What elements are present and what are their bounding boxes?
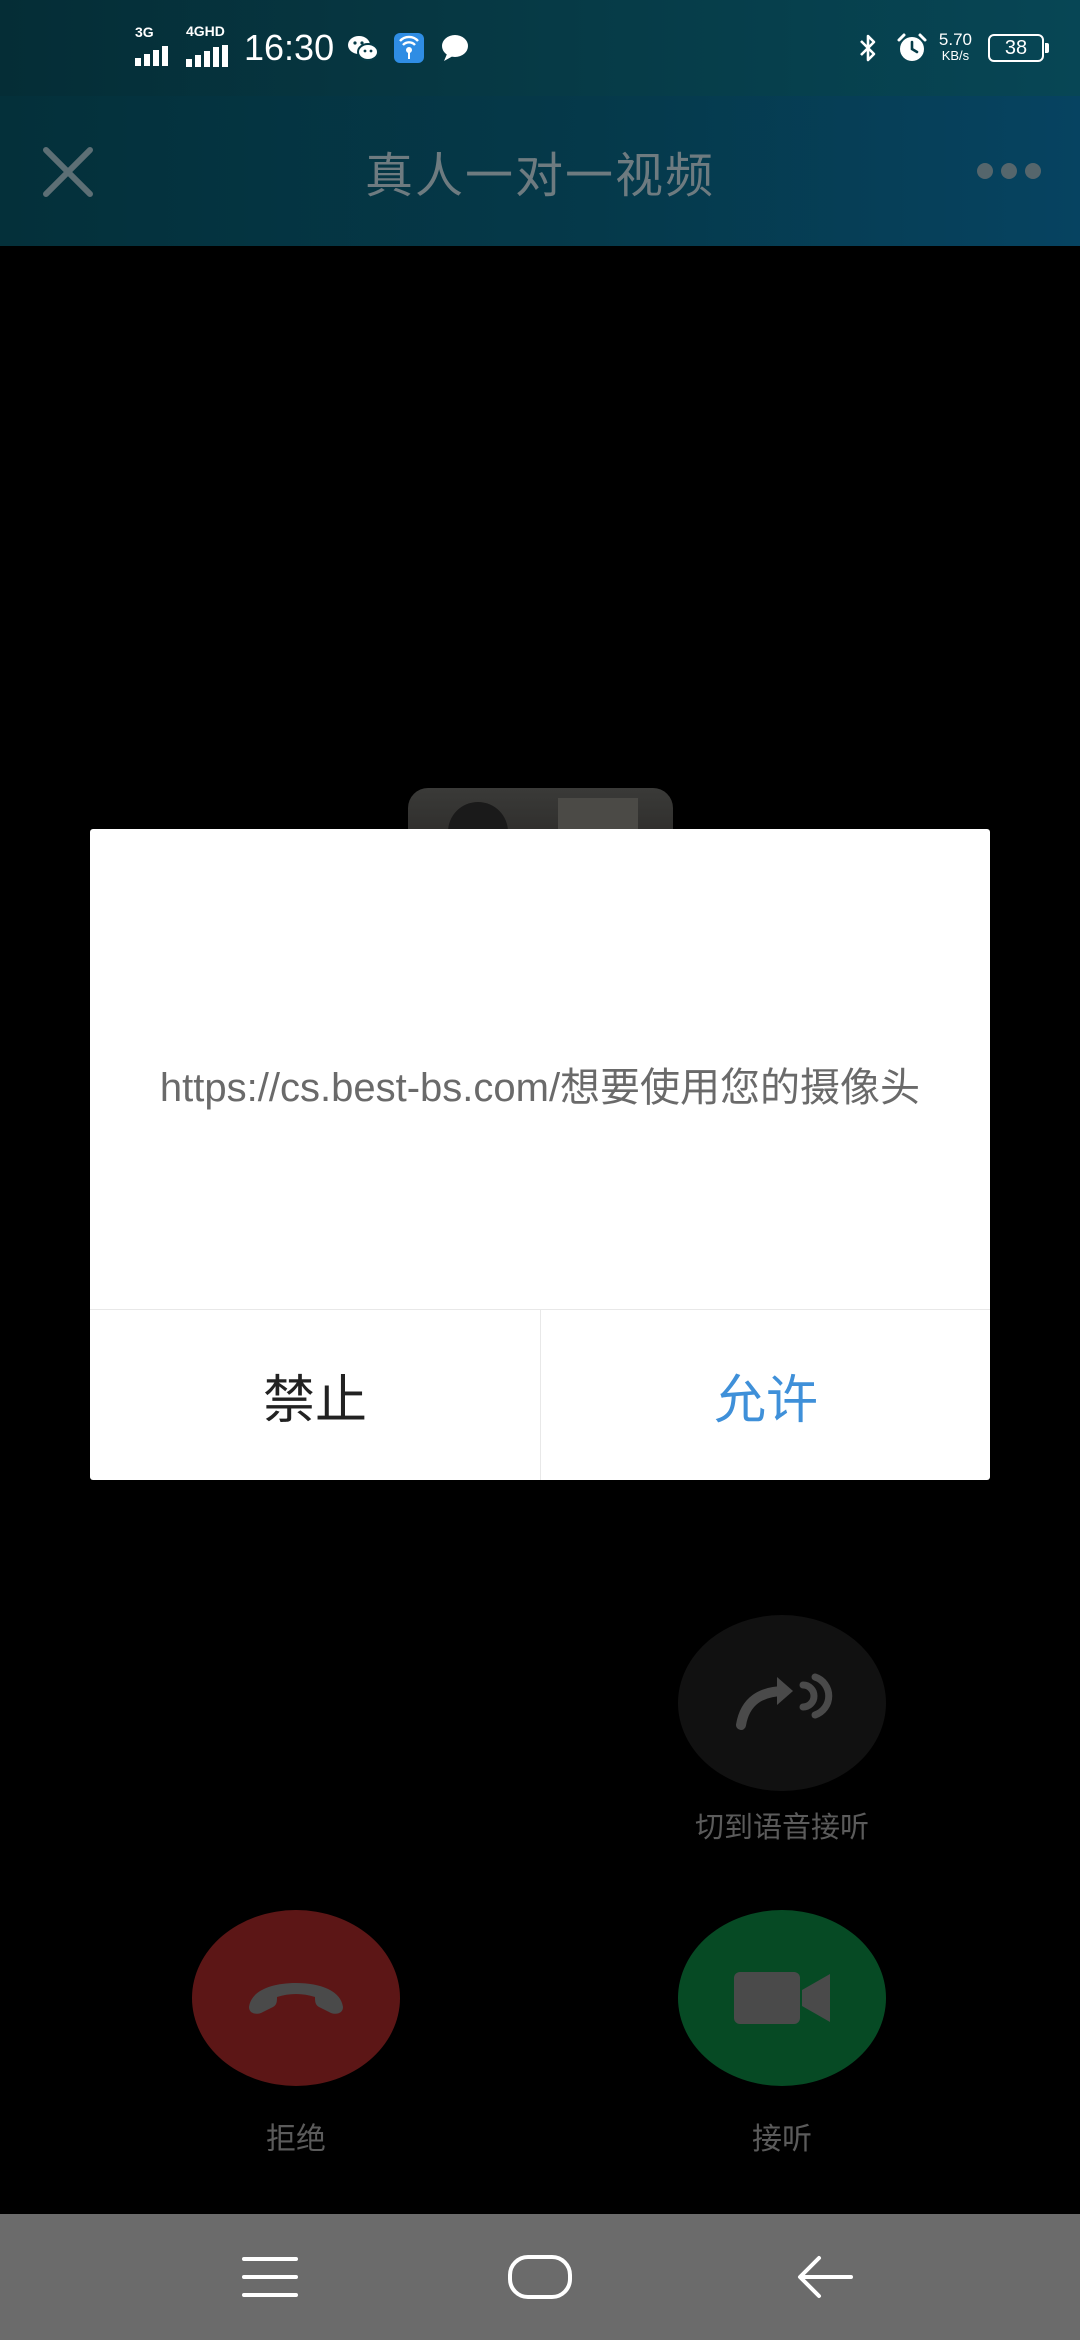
video-camera-icon	[734, 1972, 830, 2024]
home-button[interactable]	[490, 2237, 590, 2317]
network-speed-unit: KB/s	[941, 48, 970, 63]
home-icon	[508, 2255, 572, 2299]
alarm-icon	[895, 31, 929, 65]
signal-3g: 3G	[135, 24, 168, 66]
dialog-message: https://cs.best-bs.com/想要使用您的摄像头	[159, 1066, 921, 1110]
deny-button[interactable]: 禁止	[90, 1310, 540, 1480]
signal-4g: 4GHD	[186, 23, 228, 67]
back-icon	[798, 2256, 853, 2298]
more-button[interactable]	[964, 141, 1054, 201]
back-button[interactable]	[775, 2237, 875, 2317]
recent-apps-button[interactable]	[220, 2237, 320, 2317]
decline-button[interactable]	[192, 1910, 400, 2086]
message-bubble-icon	[438, 31, 472, 65]
title-bar: 真人一对一视频	[0, 96, 1080, 246]
clock: 16:30	[244, 27, 335, 68]
more-icon-dot	[1025, 163, 1041, 179]
network-speed: 5.70 KB/s	[938, 30, 972, 64]
battery-level: 38	[1004, 36, 1028, 59]
menu-icon	[242, 2257, 298, 2297]
signal-4g-label: 4GHD	[186, 23, 225, 39]
camera-permission-dialog: https://cs.best-bs.com/想要使用您的摄像头 禁止 允许	[90, 829, 990, 1480]
accept-label: 接听	[752, 2122, 812, 2157]
voice-switch-icon	[736, 1673, 833, 1730]
accept-video-button[interactable]	[678, 1910, 886, 2086]
hotspot-app-icon	[392, 31, 426, 65]
more-icon-dot	[977, 163, 993, 179]
status-left: 3G 4GHD 16:30	[135, 0, 472, 96]
switch-to-voice-button[interactable]	[678, 1615, 886, 1791]
wechat-icon	[346, 31, 380, 65]
more-icon-dot	[1001, 163, 1017, 179]
system-nav-bar	[0, 2214, 1080, 2340]
allow-button[interactable]: 允许	[541, 1310, 990, 1480]
switch-to-voice-label: 切到语音接听	[694, 1810, 869, 1844]
status-bar: 3G 4GHD 16:30 5.70 KB/s 38	[0, 0, 1080, 96]
status-right: 5.70 KB/s 38	[851, 0, 1049, 96]
network-speed-value: 5.70	[938, 30, 972, 49]
decline-label: 拒绝	[266, 2122, 326, 2157]
hang-up-icon	[249, 1983, 343, 2014]
close-button[interactable]	[30, 134, 106, 210]
close-icon	[43, 147, 93, 197]
signal-3g-label: 3G	[135, 24, 154, 40]
battery-icon: 38	[988, 34, 1049, 62]
page-title: 真人一对一视频	[364, 148, 715, 204]
bluetooth-icon	[851, 31, 885, 65]
screen: 3G 4GHD 16:30 5.70 KB/s 38 真人一对一视频 切到语音接…	[0, 0, 1080, 2340]
